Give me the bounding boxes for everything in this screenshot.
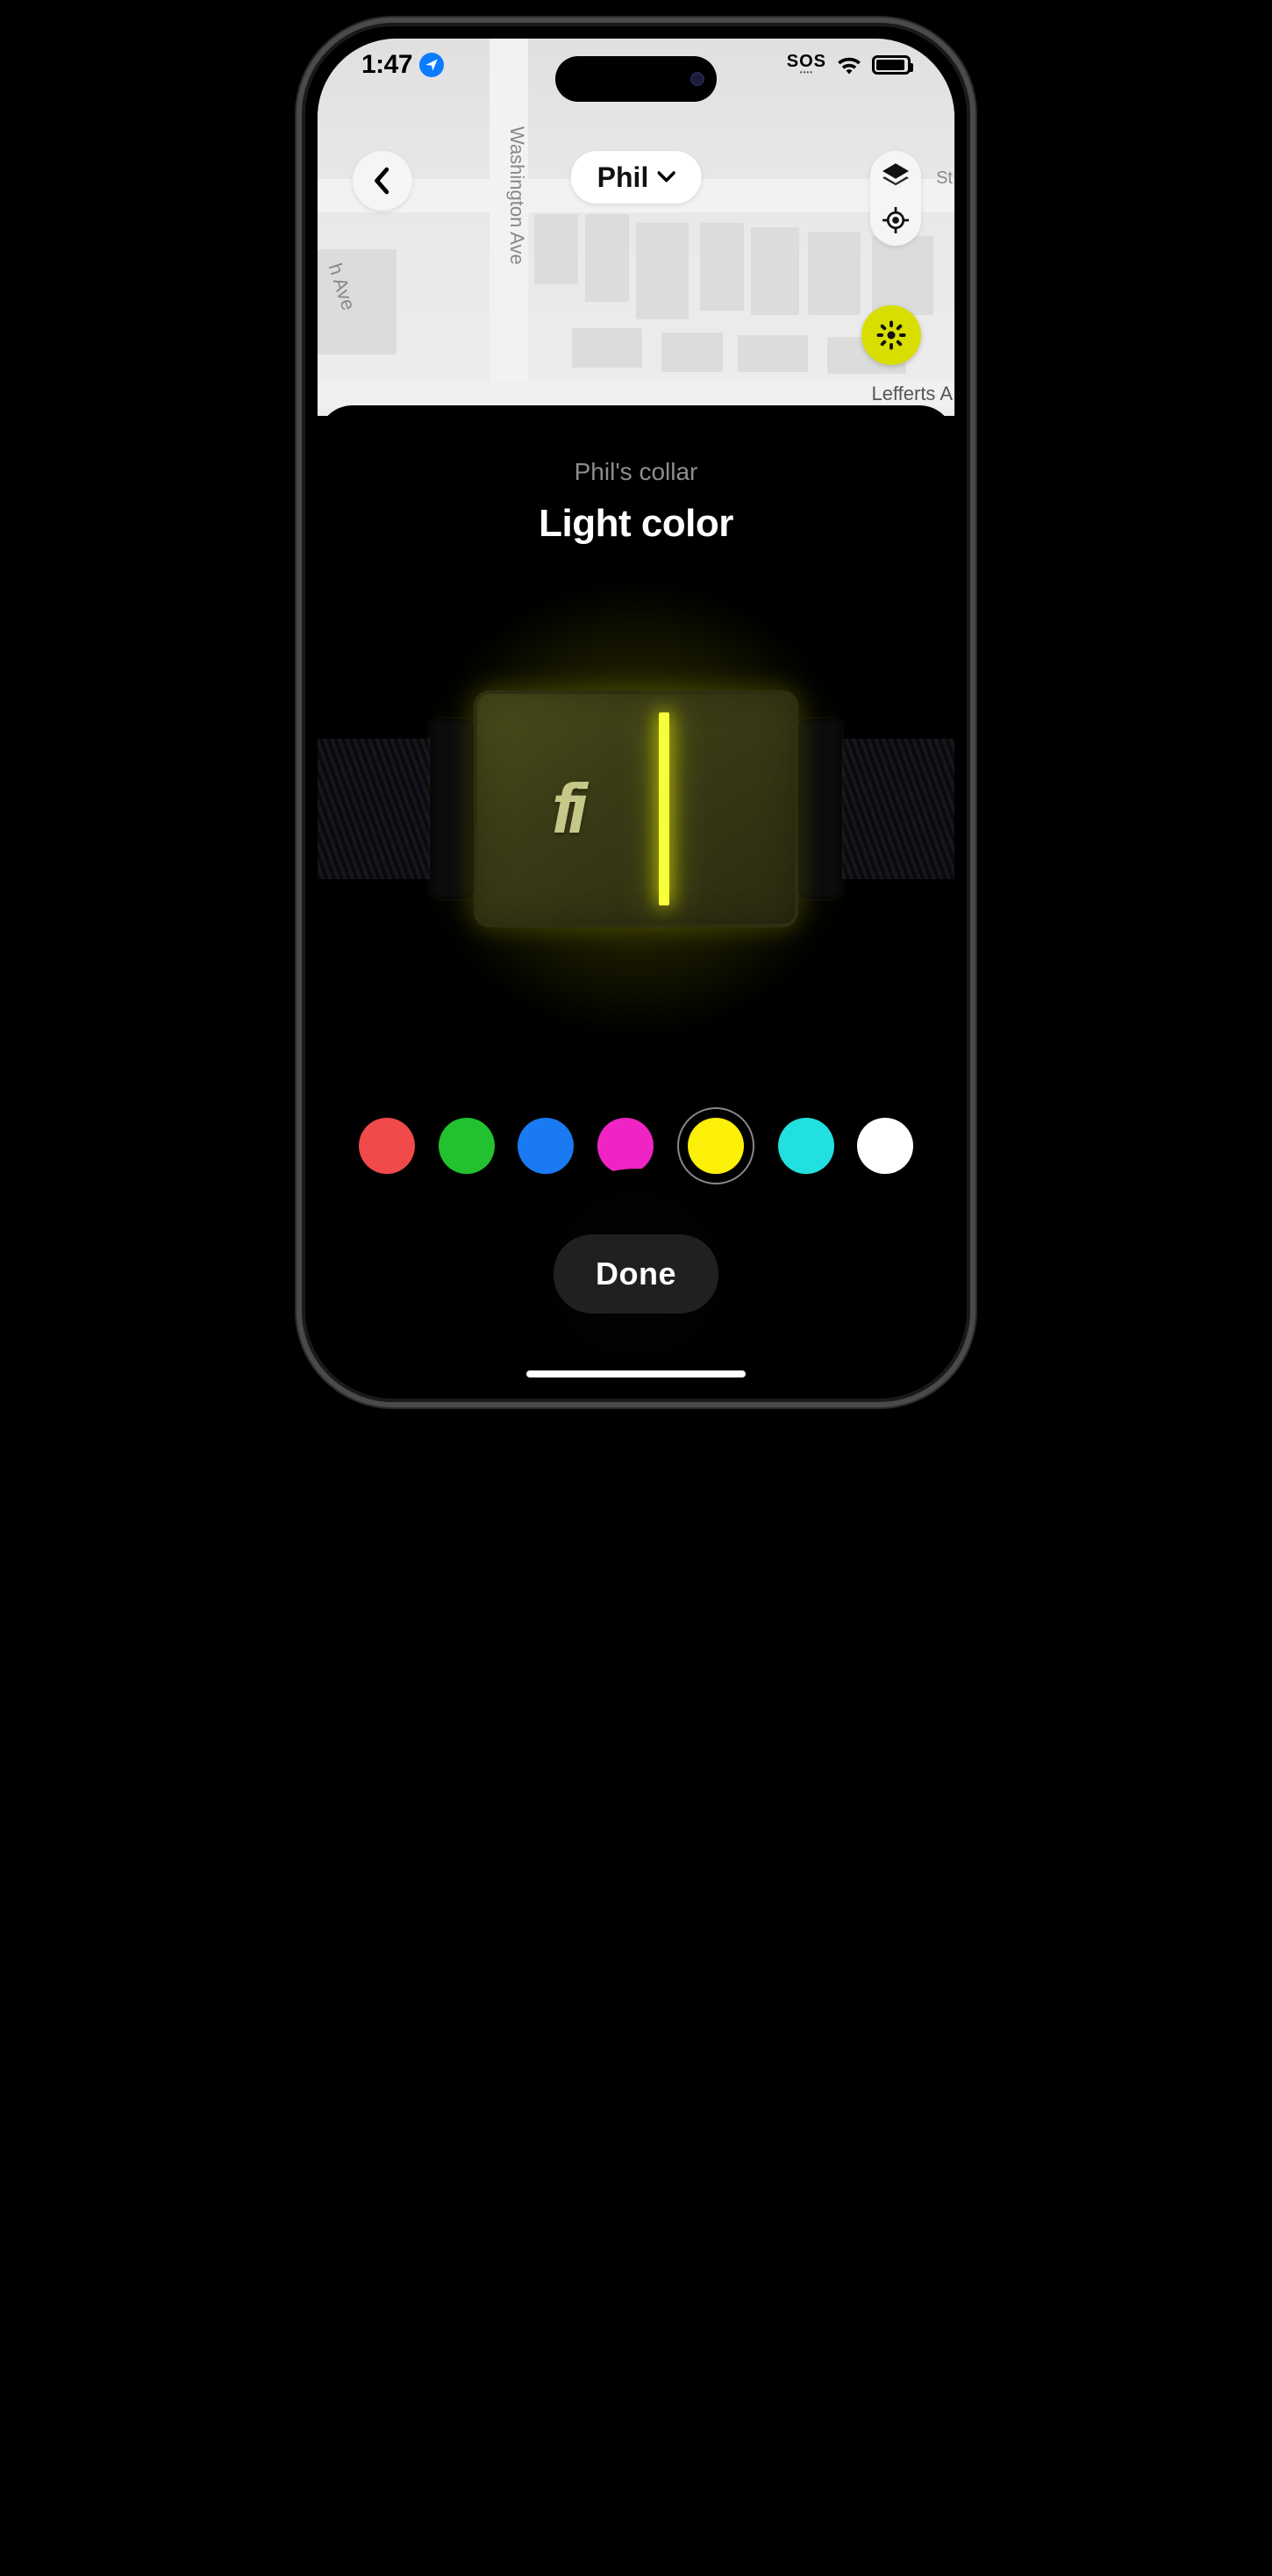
collar-light-strip: [659, 712, 669, 905]
phone-screen: Washington Ave h Ave St Lefferts A 1:47 …: [318, 39, 954, 1386]
status-time: 1:47: [361, 50, 412, 80]
chevron-down-icon: [657, 171, 675, 183]
color-option-cyan[interactable]: [778, 1118, 834, 1174]
sheet-subtitle: Phil's collar: [575, 458, 698, 486]
phone-frame: Washington Ave h Ave St Lefferts A 1:47 …: [297, 18, 975, 1407]
collar-module: fi: [474, 691, 798, 927]
dynamic-island: [555, 56, 717, 102]
color-option-white[interactable]: [857, 1118, 913, 1174]
sparkle-icon: [875, 319, 907, 351]
light-color-sheet: Phil's collar Light color fi Done: [318, 405, 954, 1386]
done-button[interactable]: Done: [554, 1234, 718, 1313]
map-controls: [870, 151, 921, 246]
map-label-lefferts: Lefferts A: [871, 383, 953, 405]
back-button[interactable]: [353, 151, 412, 211]
wifi-icon: [837, 55, 861, 75]
fi-logo: fi: [474, 769, 659, 849]
location-services-icon: [419, 53, 444, 77]
layers-icon[interactable]: [883, 163, 909, 188]
color-option-magenta[interactable]: [597, 1118, 654, 1174]
collar-preview: fi: [318, 581, 954, 1037]
pet-selector[interactable]: Phil: [571, 151, 702, 204]
map-label-st: St: [936, 168, 953, 189]
home-indicator[interactable]: [526, 1370, 746, 1377]
color-option-yellow[interactable]: [677, 1107, 754, 1184]
front-camera: [690, 72, 704, 86]
pet-name-label: Phil: [597, 161, 649, 194]
done-zone: Done: [531, 1169, 741, 1379]
map-label-washington: Washington Ave: [505, 126, 528, 265]
collar-light-button[interactable]: [861, 305, 921, 365]
battery-icon: [872, 55, 911, 75]
locate-icon[interactable]: [883, 207, 909, 233]
sheet-title: Light color: [539, 502, 733, 546]
color-option-green[interactable]: [439, 1118, 495, 1174]
sos-indicator: SOS ••••: [787, 54, 826, 75]
color-option-blue[interactable]: [518, 1118, 574, 1174]
color-option-red[interactable]: [359, 1118, 415, 1174]
